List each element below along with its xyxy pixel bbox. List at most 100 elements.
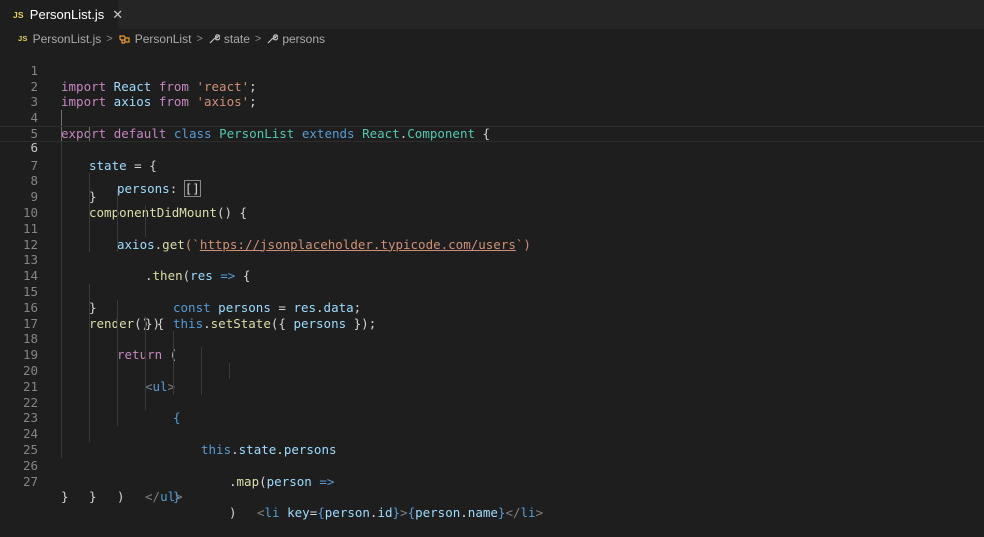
indent-guide (201, 362, 202, 379)
indent-guide (89, 189, 90, 205)
indent-guide (61, 157, 62, 174)
indent-guide (145, 362, 146, 379)
chevron-right-icon: > (254, 32, 262, 45)
indent-guide (89, 283, 90, 300)
indent-guide (61, 347, 62, 363)
tab-label: PersonList.js (29, 7, 105, 22)
indent-guide (173, 378, 174, 395)
indent-guide (117, 394, 118, 411)
code-token: < (257, 505, 265, 521)
code-line[interactable]: 1 import React from 'react'; (0, 47, 984, 94)
indent-guide (145, 394, 146, 411)
indent-guide (89, 173, 90, 190)
code-editor[interactable]: 1 import React from 'react'; 2 import ax… (0, 47, 984, 520)
code-line[interactable]: 4 export default class PersonList extend… (0, 94, 984, 141)
indent-guide (61, 426, 62, 442)
code-token: > (535, 505, 544, 521)
indent-guide (61, 110, 62, 126)
indent-guide (117, 347, 118, 363)
wrench-icon (266, 33, 279, 45)
indent-guide (61, 252, 62, 269)
code-text[interactable]: ) (117, 489, 125, 505)
code-line[interactable]: 11 const persons = res.data; (0, 204, 984, 315)
indent-guide (61, 141, 62, 158)
indent-guide (61, 394, 62, 411)
close-icon[interactable]: ✕ (112, 7, 123, 23)
code-line[interactable]: 18 { (0, 315, 984, 425)
code-line[interactable]: 21 <li key={person.id}>{person.name}</li… (0, 362, 984, 520)
code-line[interactable]: 25 ) (0, 426, 984, 504)
code-line[interactable]: 19 this.state.persons (0, 331, 984, 457)
code-line[interactable]: 12 this.setState({ persons }); (0, 220, 984, 331)
code-token: ) (229, 505, 237, 521)
code-token: </ (145, 489, 161, 505)
code-token: > (400, 505, 408, 521)
code-text[interactable]: <li key={person.id}>{person.name}</li> (257, 505, 543, 521)
code-text[interactable]: } (89, 489, 97, 505)
code-token: key (287, 505, 310, 521)
indent-guide (61, 299, 62, 316)
indent-guide (89, 362, 90, 379)
code-line[interactable]: 5 state = { (0, 110, 984, 173)
code-line[interactable]: 7 } (0, 141, 984, 204)
code-token: => (319, 473, 335, 489)
indent-guide (201, 378, 202, 395)
indent-guide (89, 410, 90, 427)
tab-personlist[interactable]: JS PersonList.js ✕ (0, 0, 123, 29)
indent-guide (201, 347, 202, 363)
code-line[interactable]: 16 return ( (0, 283, 984, 362)
code-token: = (309, 505, 318, 521)
indent-guide (117, 410, 118, 427)
code-line[interactable]: 23 } (0, 394, 984, 504)
indent-guide (61, 236, 62, 253)
code-token: . (229, 473, 237, 489)
code-line[interactable]: 27 } (0, 458, 984, 505)
indent-guide (117, 378, 118, 395)
breadcrumb-item-persons[interactable]: persons (266, 32, 325, 46)
code-line[interactable]: 24 </ul> (0, 410, 984, 504)
code-line[interactable]: 13 }) (0, 236, 984, 331)
indent-guide (145, 378, 146, 395)
indent-guide (61, 173, 62, 190)
indent-guide (173, 331, 174, 348)
breadcrumb-label: state (223, 31, 250, 46)
code-text[interactable]: </ul> (145, 489, 183, 505)
chevron-right-icon: > (106, 32, 113, 45)
code-token: li (520, 505, 536, 521)
indent-guide (89, 204, 90, 221)
indent-guide (89, 378, 90, 395)
code-token: li (264, 505, 280, 521)
code-text[interactable]: ) (229, 505, 237, 521)
indent-guide (61, 410, 62, 427)
code-line[interactable]: 17 <ul> (0, 299, 984, 394)
code-line[interactable]: 10 .then(res => { (0, 189, 984, 283)
indent-guide (117, 331, 118, 348)
code-token: </ (505, 505, 521, 521)
code-text[interactable]: } (61, 489, 69, 505)
code-token: } (61, 489, 69, 505)
code-token: } (392, 505, 401, 521)
breadcrumb-file[interactable]: JS PersonList.js (18, 32, 101, 46)
code-text[interactable]: .map(person => (229, 474, 334, 490)
code-line[interactable]: 2 import axios from 'axios'; (0, 63, 984, 110)
breadcrumb-item-state[interactable]: state (208, 32, 250, 46)
code-line[interactable]: 26 } (0, 441, 984, 504)
code-token: } (497, 505, 506, 521)
code-line[interactable]: 14 } (0, 252, 984, 315)
indent-guide (61, 283, 62, 300)
indent-guide (61, 441, 62, 458)
indent-guide (89, 299, 90, 316)
code-line[interactable]: 20 .map(person => (0, 347, 984, 489)
indent-guide (61, 362, 62, 379)
indent-guide (89, 394, 90, 411)
code-line[interactable]: 3 (0, 79, 984, 109)
indent-guide (145, 315, 146, 332)
code-line[interactable]: 22 ) (0, 378, 984, 520)
code-line[interactable]: 9 axios.get(`https://jsonplaceholder.typ… (0, 173, 984, 252)
breadcrumb-item-personlist[interactable]: PersonList (118, 32, 191, 46)
indent-guide (89, 315, 90, 332)
code-line[interactable]: 15 render() { (0, 268, 984, 331)
code-line-current[interactable]: 6 persons: [] (0, 125, 984, 198)
code-line[interactable]: 8 componentDidMount() { (0, 157, 984, 220)
